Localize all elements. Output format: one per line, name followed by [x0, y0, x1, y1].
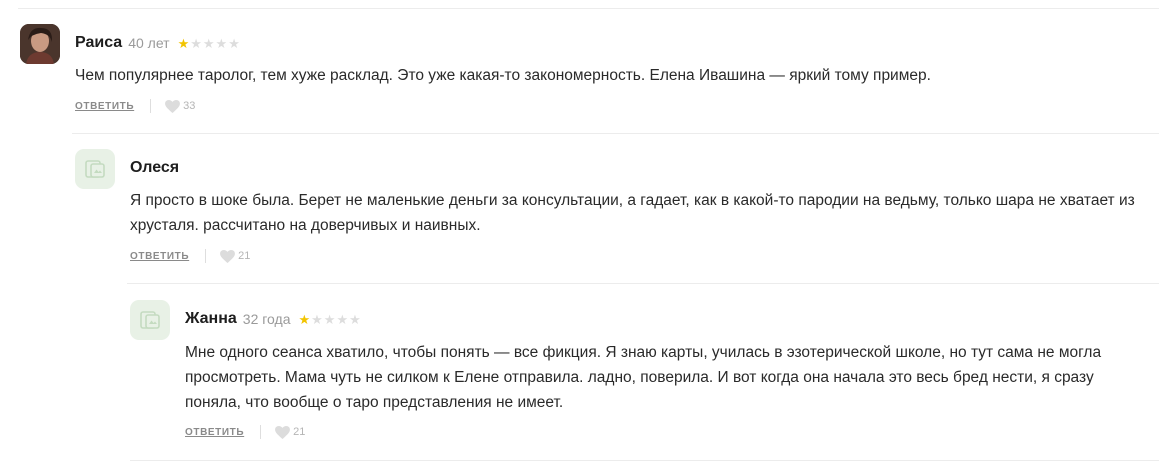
heart-icon	[220, 249, 236, 263]
reply-button[interactable]: ОТВЕТИТЬ	[185, 427, 244, 438]
user-photo-icon	[20, 24, 60, 64]
star-filled-icon: ★	[177, 35, 190, 51]
like-button[interactable]: 33	[165, 99, 196, 113]
star-empty-icon: ★	[190, 35, 202, 51]
heart-icon	[275, 425, 291, 439]
comment-olesya: Олеся Я просто в шоке была. Берет не мал…	[75, 149, 1159, 284]
comments-thread: Раиса 40 лет ★ ★ ★ ★ ★ Чем популярнее та…	[0, 0, 1159, 473]
like-button[interactable]: 21	[275, 425, 306, 439]
author-name[interactable]: Жанна	[185, 310, 237, 328]
comment-divider	[72, 133, 1159, 134]
like-button[interactable]: 21	[220, 249, 251, 263]
star-empty-icon: ★	[202, 35, 215, 51]
comment-divider	[127, 283, 1159, 284]
avatar-olesya[interactable]	[75, 149, 115, 189]
like-count: 21	[238, 250, 251, 262]
author-name[interactable]: Олеся	[130, 159, 179, 177]
actions-separator	[205, 249, 207, 263]
actions-separator	[150, 99, 152, 113]
star-empty-icon: ★	[336, 311, 349, 327]
avatar-placeholder-icon	[85, 160, 105, 178]
comment-header: Олеся	[130, 159, 179, 177]
star-filled-icon: ★	[298, 311, 311, 327]
top-divider	[18, 8, 1159, 9]
avatar-raisa[interactable]	[20, 24, 60, 64]
comment-header: Жанна 32 года ★ ★ ★ ★ ★	[185, 310, 361, 328]
star-empty-icon: ★	[215, 35, 228, 51]
rating-stars: ★ ★ ★ ★ ★	[178, 37, 240, 50]
actions-separator	[260, 425, 262, 439]
avatar-placeholder-icon	[140, 311, 160, 329]
star-empty-icon: ★	[349, 311, 361, 327]
comment-header: Раиса 40 лет ★ ★ ★ ★ ★	[75, 34, 240, 52]
comment-raisa: Раиса 40 лет ★ ★ ★ ★ ★ Чем популярнее та…	[20, 24, 1159, 134]
comment-text: Мне одного сеанса хватило, чтобы понять …	[185, 344, 1102, 411]
author-age: 40 лет	[128, 35, 170, 51]
comment-text: Чем популярнее таролог, тем хуже расклад…	[75, 67, 931, 84]
like-count: 21	[293, 426, 306, 438]
like-count: 33	[183, 100, 196, 112]
author-age: 32 года	[242, 311, 291, 327]
comment-text: Я просто в шоке была. Берет не маленькие…	[130, 192, 1135, 234]
rating-stars: ★ ★ ★ ★ ★	[298, 313, 360, 326]
comment-divider	[130, 460, 1159, 461]
comment-actions: ОТВЕТИТЬ 21	[185, 425, 305, 439]
avatar-zhanna[interactable]	[130, 300, 170, 340]
star-empty-icon: ★	[311, 311, 323, 327]
reply-button[interactable]: ОТВЕТИТЬ	[130, 251, 189, 262]
heart-icon	[165, 99, 181, 113]
comment-zhanna: Жанна 32 года ★ ★ ★ ★ ★ Мне одного сеанс…	[130, 300, 1159, 461]
star-empty-icon: ★	[323, 311, 336, 327]
author-name[interactable]: Раиса	[75, 34, 122, 52]
comment-actions: ОТВЕТИТЬ 33	[75, 99, 195, 113]
star-empty-icon: ★	[228, 35, 240, 51]
comment-actions: ОТВЕТИТЬ 21	[130, 249, 250, 263]
reply-button[interactable]: ОТВЕТИТЬ	[75, 101, 134, 112]
